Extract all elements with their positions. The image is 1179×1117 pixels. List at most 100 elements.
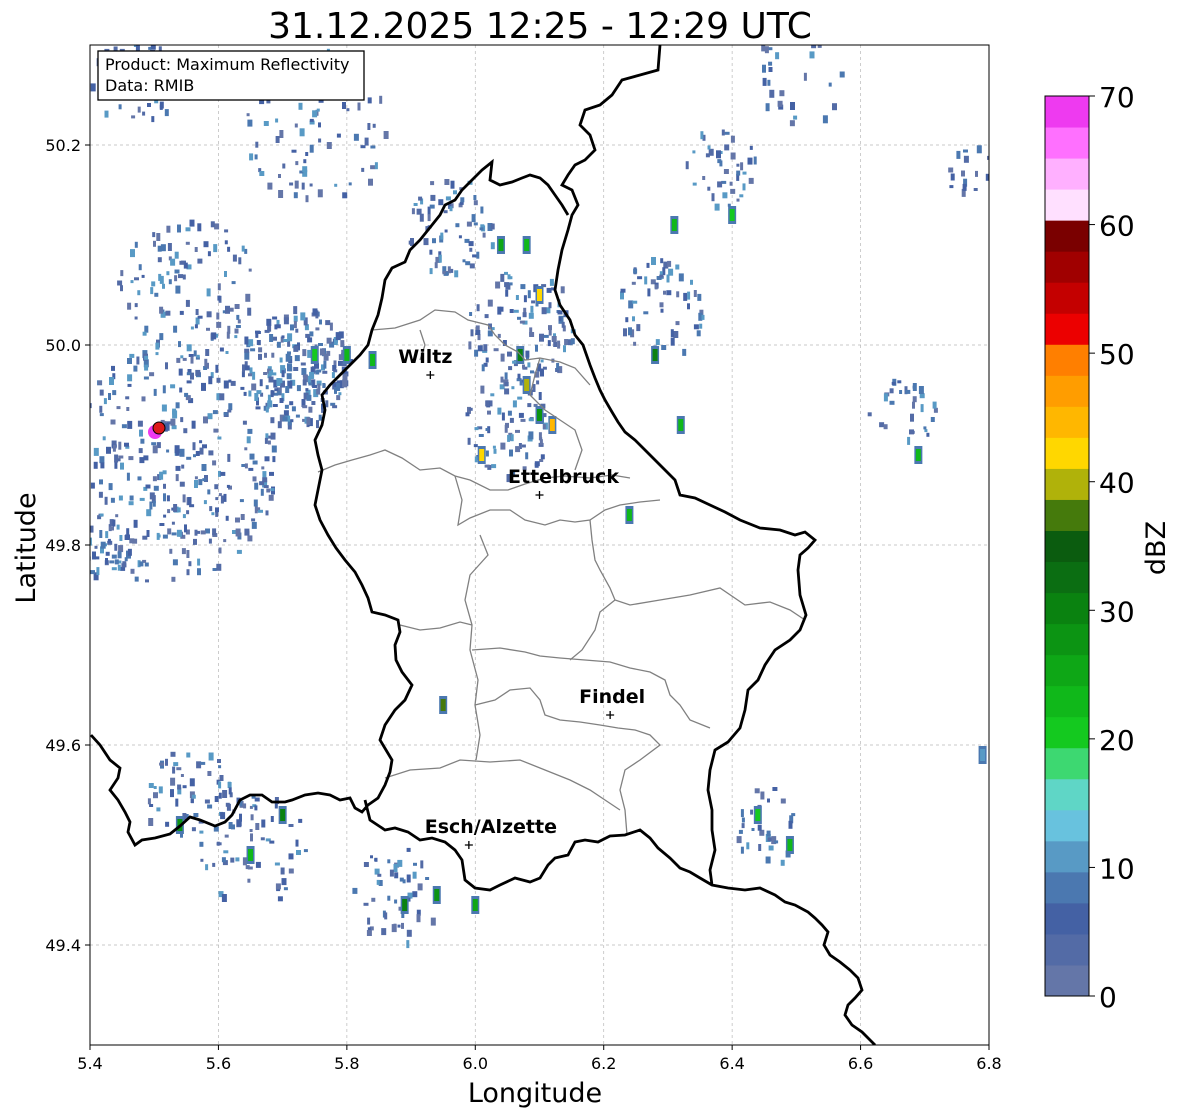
echo-pixel [790, 102, 795, 110]
echo-pixel [305, 388, 309, 392]
echo-pixel [528, 312, 534, 319]
echo-pixel [912, 396, 917, 403]
echo-pixel [151, 116, 155, 123]
echo-pixel [311, 401, 316, 405]
echo-pixel [259, 100, 265, 105]
echo-pixel [230, 380, 236, 386]
echo-pixel [397, 924, 401, 928]
echo-pixel [145, 484, 151, 489]
echo-pixel [197, 558, 201, 566]
echo-cell [729, 209, 735, 221]
echo-pixel [90, 83, 96, 92]
echo-pixel [659, 302, 664, 308]
echo-pixel [338, 392, 342, 396]
echo-pixel [103, 398, 107, 405]
echo-pixel [195, 530, 201, 534]
echo-pixel [484, 314, 489, 319]
echo-pixel [416, 208, 422, 215]
echo-pixel [889, 400, 895, 405]
echo-pixel [918, 386, 924, 394]
echo-pixel [476, 251, 480, 259]
echo-pixel [118, 495, 123, 501]
echo-pixel [247, 428, 253, 434]
echo-pixel [504, 372, 508, 380]
echo-pixel [518, 412, 524, 418]
echo-pixel [162, 283, 165, 289]
echo-pixel [281, 335, 285, 339]
y-axis: 49.4 49.6 49.8 50.0 50.2 [45, 136, 90, 955]
echo-pixel [240, 514, 245, 520]
echo-pixel [172, 766, 176, 774]
echo-pixel [647, 288, 651, 297]
echo-pixel [620, 288, 626, 293]
echo-pixel [134, 277, 139, 281]
echo-pixel [179, 387, 183, 393]
echo-pixel [423, 238, 429, 246]
echo-pixel [159, 333, 164, 341]
echo-pixel [150, 45, 156, 50]
echo-pixel [148, 818, 154, 826]
echo-pixel [118, 545, 124, 553]
echo-pixel [697, 293, 702, 301]
echo-pixel [212, 528, 217, 536]
echo-pixel [567, 339, 571, 345]
echo-pixel [212, 410, 218, 415]
echo-pixel [199, 830, 204, 834]
echo-pixel [366, 930, 372, 936]
echo-pixel [459, 201, 464, 205]
echo-pixel [166, 495, 170, 502]
echo-pixel [109, 526, 114, 531]
echo-pixel [232, 254, 237, 262]
echo-pixel [690, 279, 693, 285]
place-label: Findel [579, 686, 645, 708]
echo-pixel [465, 261, 471, 266]
echo-pixel [401, 922, 404, 929]
echo-pixel [757, 824, 762, 831]
echo-pixel [247, 119, 253, 127]
x-tick-label: 5.6 [206, 1054, 231, 1073]
echo-pixel [206, 311, 212, 318]
echo-pixel [263, 485, 269, 489]
echo-pixel [224, 271, 227, 277]
echo-pixel [77, 456, 80, 459]
echo-pixel [832, 103, 837, 111]
echo-pixel [504, 388, 510, 395]
echo-pixel [329, 322, 333, 331]
echo-pixel [560, 286, 565, 294]
echo-pixel [687, 291, 691, 300]
echo-pixel [139, 561, 144, 567]
echo-pixel [139, 429, 143, 437]
echo-pixel [114, 543, 118, 551]
echo-pixel [685, 161, 689, 170]
colorbar-tick-label: 10 [1099, 852, 1135, 885]
echo-pixel [676, 291, 680, 298]
echo-pixel [264, 456, 270, 462]
echo-pixel [215, 507, 219, 513]
echo-pixel [106, 446, 111, 454]
echo-pixel [259, 481, 265, 486]
info-box: Product: Maximum Reflectivity Data: RMIB [97, 50, 365, 101]
echo-pixel [767, 837, 772, 842]
echo-pixel [633, 268, 638, 274]
echo-pixel [114, 559, 119, 565]
echo-pixel [736, 170, 741, 176]
echo-pixel [185, 241, 190, 245]
echo-pixel [210, 221, 215, 228]
echo-pixel [701, 314, 705, 320]
echo-pixel [309, 371, 315, 379]
echo-pixel [528, 431, 534, 440]
x-axis: 5.4 5.6 5.8 6.0 6.2 6.4 6.6 6.8 [77, 1045, 1002, 1073]
echo-pixel [264, 329, 270, 333]
echo-pixel [363, 902, 369, 906]
echo-pixel [149, 804, 154, 807]
echo-pixel [714, 203, 720, 211]
echo-pixel [136, 34, 140, 38]
echo-pixel [283, 317, 289, 325]
echo-pixel [741, 817, 745, 823]
echo-cell [980, 749, 986, 761]
echo-pixel [529, 327, 533, 336]
echo-pixel [406, 940, 410, 949]
echo-pixel [162, 41, 166, 45]
echo-pixel [172, 559, 178, 566]
echo-pixel [257, 331, 261, 334]
